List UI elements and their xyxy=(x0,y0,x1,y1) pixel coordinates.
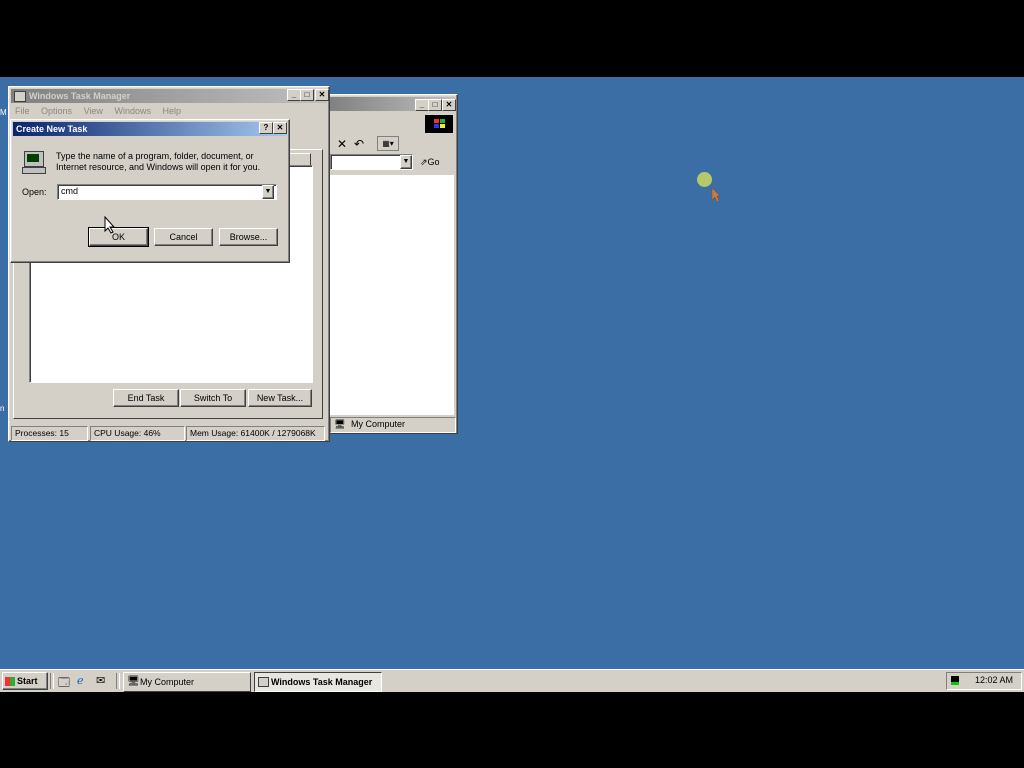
create-new-task-dialog[interactable]: Create New Task ? ✕ Type the name of a p… xyxy=(10,119,290,263)
task-manager-title: Windows Task Manager xyxy=(29,91,131,101)
menu-file[interactable]: File xyxy=(15,106,30,116)
menu-help[interactable]: Help xyxy=(162,106,181,116)
taskbar-button-my-computer[interactable]: 🖥 My Computer xyxy=(123,672,251,692)
computer-icon: 🖥 xyxy=(127,676,140,687)
task-buttons-divider xyxy=(116,673,120,689)
processes-count: Processes: 15 xyxy=(11,426,88,441)
menu-bar: File Options View Windows Help xyxy=(15,106,190,116)
task-manager-title-bar[interactable]: Windows Task Manager xyxy=(11,89,327,103)
open-dropdown-button[interactable]: ▼ xyxy=(262,185,274,199)
start-label: Start xyxy=(17,676,38,686)
taskbar-label: My Computer xyxy=(140,677,195,687)
status-text: My Computer xyxy=(351,419,406,429)
minimize-button[interactable]: _ xyxy=(415,99,429,111)
internet-explorer-icon[interactable]: ℯ xyxy=(77,674,84,687)
system-tray: 12:02 AM xyxy=(946,672,1022,690)
dialog-title-bar[interactable]: Create New Task xyxy=(13,122,287,136)
menu-windows[interactable]: Windows xyxy=(114,106,151,116)
end-task-button[interactable]: End Task xyxy=(113,389,179,407)
browse-button[interactable]: Browse... xyxy=(219,228,278,246)
go-label: Go xyxy=(427,157,440,167)
windows-logo-icon xyxy=(425,115,453,133)
clock[interactable]: 12:02 AM xyxy=(975,675,1013,685)
menu-view[interactable]: View xyxy=(84,106,103,116)
dialog-title: Create New Task xyxy=(16,124,88,134)
desktop-icon-fragment[interactable]: n xyxy=(0,404,8,414)
click-indicator xyxy=(697,172,712,187)
content-pane[interactable] xyxy=(330,175,454,415)
switch-to-button[interactable]: Switch To xyxy=(180,389,246,407)
cancel-button[interactable]: Cancel xyxy=(154,228,213,246)
taskbar: Start 🗔 ℯ ✉ 🖥 My Computer Windows Task Ma… xyxy=(0,669,1024,692)
go-button[interactable]: ⇗Go xyxy=(420,155,450,169)
status-bar: 🖥 My Computer xyxy=(330,417,456,433)
new-task-button[interactable]: New Task... xyxy=(248,389,312,407)
mem-usage: Mem Usage: 61400K / 1279068K xyxy=(186,426,325,441)
cpu-meter-icon[interactable] xyxy=(951,676,959,685)
delete-icon[interactable]: ✕ xyxy=(337,137,347,151)
cpu-usage: CPU Usage: 46% xyxy=(90,426,185,441)
views-icon[interactable]: ▦▾ xyxy=(377,136,399,151)
desktop-icon-fragment[interactable]: M xyxy=(0,108,8,118)
quick-launch-divider xyxy=(50,673,54,689)
help-button[interactable]: ? xyxy=(259,122,273,134)
windows-flag-icon xyxy=(5,677,15,687)
ok-button[interactable]: OK xyxy=(88,227,149,247)
open-input[interactable]: cmd xyxy=(61,186,78,196)
computer-icon: 🖥 xyxy=(334,419,346,429)
status-bar: Processes: 15 CPU Usage: 46% Mem Usage: … xyxy=(11,426,327,441)
open-label: Open: xyxy=(22,187,47,197)
show-desktop-icon[interactable]: 🗔 xyxy=(58,674,70,693)
my-computer-window[interactable]: _ □ ✕ ✕ ↶ ▦▾ ▼ ⇗Go 🖥 My Computer xyxy=(326,94,458,434)
maximize-button[interactable]: □ xyxy=(428,99,442,111)
close-button[interactable]: ✕ xyxy=(273,122,287,134)
close-button[interactable]: ✕ xyxy=(315,89,329,101)
minimize-button[interactable]: _ xyxy=(287,89,301,101)
task-manager-icon xyxy=(14,91,26,103)
pointer-arrow-icon xyxy=(711,187,721,203)
taskbar-label: Windows Task Manager xyxy=(271,677,373,687)
dialog-description: Type the name of a program, folder, docu… xyxy=(56,151,261,172)
run-icon xyxy=(22,151,46,174)
task-manager-icon xyxy=(258,677,269,687)
mouse-cursor-icon xyxy=(104,216,116,234)
menu-options[interactable]: Options xyxy=(41,106,72,116)
close-button[interactable]: ✕ xyxy=(442,99,456,111)
open-combobox[interactable]: cmd ▼ xyxy=(57,184,277,200)
start-button[interactable]: Start xyxy=(2,672,48,690)
maximize-button[interactable]: □ xyxy=(300,89,314,101)
taskbar-button-task-manager[interactable]: Windows Task Manager xyxy=(254,672,382,692)
address-dropdown-button[interactable]: ▼ xyxy=(400,155,412,169)
address-bar[interactable]: ▼ xyxy=(330,154,413,170)
outlook-express-icon[interactable]: ✉ xyxy=(96,674,105,687)
undo-icon[interactable]: ↶ xyxy=(354,137,364,151)
go-arrow-icon: ⇗ xyxy=(420,157,428,167)
